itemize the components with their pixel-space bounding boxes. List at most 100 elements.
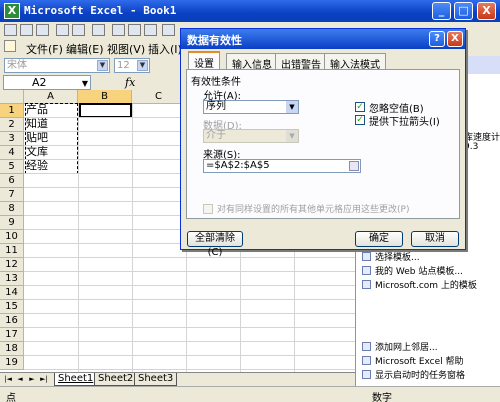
excel-title-bar[interactable]: X Microsoft Excel - Book1 _ □ X: [0, 0, 500, 22]
source-value: =$A$2:$A$5: [206, 160, 270, 171]
minimize-button[interactable]: _: [432, 2, 451, 20]
name-box-value: A2: [32, 76, 47, 89]
tab-input-message[interactable]: 输入信息: [226, 53, 278, 71]
paste-icon[interactable]: [144, 24, 157, 36]
row-header[interactable]: 1: [0, 104, 24, 118]
row-header[interactable]: 15: [0, 300, 24, 314]
ok-button[interactable]: 确定: [355, 231, 403, 247]
first-sheet-icon[interactable]: |◄: [3, 374, 13, 385]
row-header[interactable]: 19: [0, 356, 24, 370]
help-button[interactable]: ?: [429, 31, 445, 47]
tab-sheet3[interactable]: Sheet3: [134, 373, 178, 386]
row-header[interactable]: 16: [0, 314, 24, 328]
cancel-button[interactable]: 取消: [411, 231, 459, 247]
row-header[interactable]: 5: [0, 160, 24, 174]
link-add-network-place[interactable]: 添加网上邻居...: [362, 340, 438, 353]
range-picker-icon[interactable]: [349, 161, 359, 171]
chevron-down-icon[interactable]: ▼: [137, 60, 148, 71]
close-button[interactable]: X: [477, 2, 496, 20]
sheet-tab-bar: |◄ ◄ ► ►| Sheet1 Sheet2 Sheet3: [0, 372, 355, 386]
next-sheet-icon[interactable]: ►: [27, 374, 37, 385]
excel-app-icon[interactable]: X: [4, 3, 20, 19]
workbook-icon[interactable]: [4, 40, 16, 52]
row-header[interactable]: 3: [0, 132, 24, 146]
status-bar: 点 数字: [0, 386, 500, 402]
menu-edit[interactable]: 编辑(E): [66, 41, 104, 57]
clear-all-button[interactable]: 全部清除(C): [187, 231, 243, 258]
tab-ime-mode[interactable]: 输入法模式: [324, 53, 386, 71]
column-header-a[interactable]: A: [24, 90, 78, 104]
tab-settings[interactable]: 设置: [188, 51, 220, 70]
link-label: 添加网上邻居...: [375, 343, 438, 353]
active-cell-b1[interactable]: [79, 103, 132, 118]
chevron-down-icon[interactable]: ▼: [286, 101, 298, 113]
column-header-b[interactable]: B: [78, 90, 132, 104]
row-header[interactable]: 4: [0, 146, 24, 160]
spelling-icon[interactable]: [92, 24, 105, 36]
link-excel-help[interactable]: Microsoft Excel 帮助: [362, 354, 464, 367]
tab-error-alert[interactable]: 出错警告: [275, 53, 327, 71]
row-header[interactable]: 13: [0, 272, 24, 286]
font-name-combo[interactable]: 宋体 ▼: [4, 58, 110, 73]
row-header[interactable]: 11: [0, 244, 24, 258]
name-box[interactable]: A2 ▼: [3, 75, 91, 90]
link-web-templates[interactable]: 我的 Web 站点模板...: [362, 264, 463, 277]
maximize-button[interactable]: □: [454, 2, 473, 20]
font-size-value: 12: [117, 60, 130, 71]
tab-sheet1[interactable]: Sheet1: [54, 373, 98, 386]
row-header[interactable]: 7: [0, 188, 24, 202]
window-title: Microsoft Excel - Book1: [24, 4, 177, 17]
insert-function-icon[interactable]: fx: [125, 76, 135, 89]
tab-sheet2[interactable]: Sheet2: [94, 373, 138, 386]
gridline: [24, 369, 355, 370]
copy-marquee: [25, 103, 78, 174]
menu-insert[interactable]: 插入(I): [148, 41, 182, 57]
data-value: 介于: [206, 130, 226, 141]
cut-icon[interactable]: [112, 24, 125, 36]
row-header[interactable]: 8: [0, 202, 24, 216]
menu-view[interactable]: 视图(V): [107, 41, 145, 57]
format-painter-icon[interactable]: [162, 24, 175, 36]
task-pane-fragment: 9.3: [464, 142, 479, 152]
chevron-down-icon[interactable]: ▼: [82, 77, 88, 90]
link-label: 显示启动时的任务窗格: [375, 371, 466, 381]
status-num: 数字: [372, 393, 392, 402]
link-label: 我的 Web 站点模板...: [375, 267, 463, 277]
row-header[interactable]: 9: [0, 216, 24, 230]
globe-icon: [362, 280, 371, 289]
new-file-icon[interactable]: [4, 24, 17, 36]
prev-sheet-icon[interactable]: ◄: [15, 374, 25, 385]
row-header[interactable]: 18: [0, 342, 24, 356]
column-header-c[interactable]: C: [132, 90, 186, 104]
row-header[interactable]: 17: [0, 328, 24, 342]
row-header[interactable]: 2: [0, 118, 24, 132]
dialog-title[interactable]: 数据有效性: [181, 29, 465, 49]
preview-icon[interactable]: [72, 24, 85, 36]
link-choose-template[interactable]: 选择模板...: [362, 250, 420, 263]
row-header[interactable]: 6: [0, 174, 24, 188]
dialog-close-button[interactable]: X: [447, 31, 463, 47]
open-folder-icon[interactable]: [20, 24, 33, 36]
row-header[interactable]: 14: [0, 286, 24, 300]
link-show-at-startup[interactable]: 显示启动时的任务窗格: [362, 368, 465, 381]
font-size-combo[interactable]: 12 ▼: [114, 58, 150, 73]
in-cell-dropdown-checkbox[interactable]: ✓: [355, 115, 365, 125]
gridline: [24, 341, 355, 342]
print-icon[interactable]: [56, 24, 69, 36]
select-all-corner[interactable]: [0, 90, 24, 104]
row-header[interactable]: 12: [0, 258, 24, 272]
ignore-blank-checkbox[interactable]: ✓: [355, 102, 365, 112]
apply-all-label: 对有同样设置的所有其他单元格应用这些更改(P): [217, 205, 410, 215]
web-template-icon: [362, 266, 371, 275]
copy-icon[interactable]: [128, 24, 141, 36]
row-header[interactable]: 10: [0, 230, 24, 244]
link-microsoft-templates[interactable]: Microsoft.com 上的模板: [362, 278, 477, 291]
chevron-down-icon[interactable]: ▼: [97, 60, 108, 71]
menu-file[interactable]: 文件(F): [26, 41, 63, 57]
last-sheet-icon[interactable]: ►|: [39, 374, 49, 385]
save-icon[interactable]: [36, 24, 49, 36]
section-label: 有效性条件: [191, 77, 241, 88]
gridline: [24, 313, 355, 314]
allow-select[interactable]: 序列 ▼: [203, 100, 299, 114]
source-input[interactable]: =$A$2:$A$5: [203, 159, 361, 173]
